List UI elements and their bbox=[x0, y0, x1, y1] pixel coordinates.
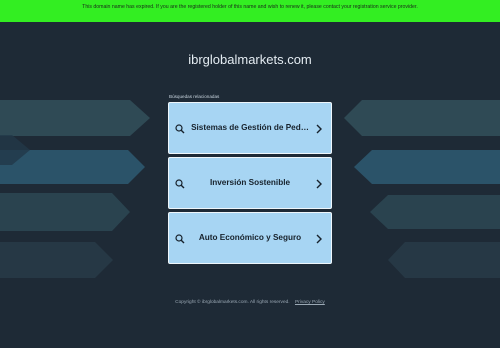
banner-text: This domain name has expired. If you are… bbox=[82, 4, 418, 10]
search-icon bbox=[175, 124, 185, 134]
domain-title: ibrglobalmarkets.com bbox=[188, 52, 312, 67]
related-searches-heading: Búsquedas relacionadas bbox=[169, 94, 220, 99]
chevron-right-icon bbox=[316, 179, 322, 189]
related-search-label: Inversión Sostenible bbox=[209, 178, 291, 187]
search-icon bbox=[175, 234, 185, 244]
expired-domain-banner: This domain name has expired. If you are… bbox=[0, 0, 500, 22]
copyright-text: Copyright © ibrglobalmarkets.com. All ri… bbox=[175, 300, 290, 305]
footer: Copyright © ibrglobalmarkets.com. All ri… bbox=[0, 300, 500, 305]
privacy-policy-link[interactable]: Privacy Policy bbox=[295, 300, 325, 305]
related-search-link-3[interactable]: Auto Económico y Seguro bbox=[168, 212, 332, 264]
chevron-right-icon bbox=[316, 234, 322, 244]
chevron-right-icon bbox=[316, 124, 322, 134]
related-search-label: Sistemas de Gestión de Ped… bbox=[191, 123, 309, 132]
search-icon bbox=[175, 179, 185, 189]
related-search-label: Auto Económico y Seguro bbox=[198, 233, 302, 242]
related-search-link-1[interactable]: Sistemas de Gestión de Ped… bbox=[168, 102, 332, 154]
related-search-link-2[interactable]: Inversión Sostenible bbox=[168, 157, 332, 209]
